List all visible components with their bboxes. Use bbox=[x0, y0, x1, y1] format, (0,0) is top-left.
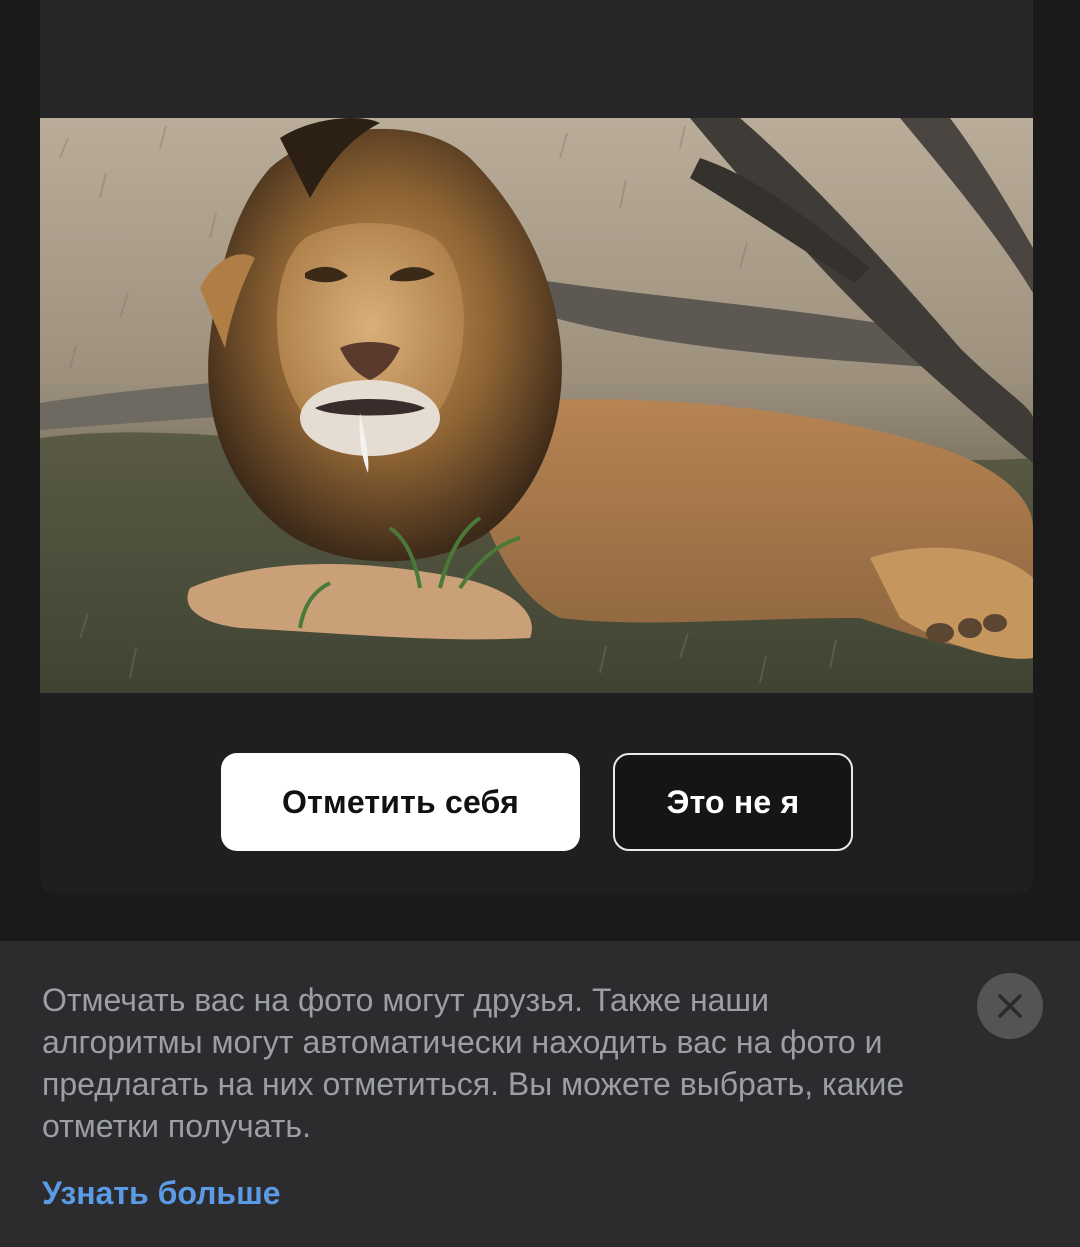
learn-more-link[interactable]: Узнать больше bbox=[42, 1175, 281, 1212]
tag-suggestion-card: Отметить себя Это не я bbox=[40, 0, 1033, 893]
card-header bbox=[40, 0, 1033, 118]
close-button[interactable] bbox=[977, 973, 1043, 1039]
tag-self-button[interactable]: Отметить себя bbox=[221, 753, 580, 851]
info-banner: Отмечать вас на фото могут друзья. Также… bbox=[0, 941, 1080, 1247]
info-banner-text: Отмечать вас на фото могут друзья. Также… bbox=[42, 982, 905, 1144]
lion-photo[interactable] bbox=[40, 118, 1033, 693]
tag-actions: Отметить себя Это не я bbox=[40, 693, 1033, 893]
not-me-button[interactable]: Это не я bbox=[613, 753, 853, 851]
close-icon bbox=[998, 994, 1022, 1018]
tag-suggestion-screen: Отметить себя Это не я Отмечать вас на ф… bbox=[0, 0, 1080, 1247]
